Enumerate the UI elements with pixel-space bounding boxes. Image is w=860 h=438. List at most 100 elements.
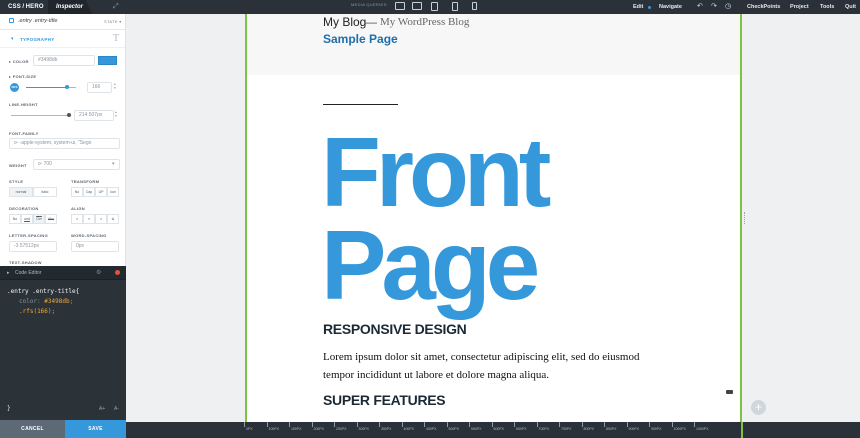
transform-capitalize-button[interactable]: Cap [83, 187, 95, 197]
line-height-stepper[interactable]: ▴ ▾ [115, 110, 117, 118]
ruler-tick [379, 422, 380, 427]
code-closing-brace: } [7, 405, 11, 412]
ruler-tick-label: 500PX [448, 427, 460, 431]
align-center-icon[interactable]: ≡ [83, 214, 95, 224]
save-button[interactable]: SAVE [65, 420, 126, 438]
font-size-slider-fill [26, 87, 67, 88]
ruler-tick [289, 422, 290, 427]
weight-label: WEIGHT [9, 163, 27, 168]
close-icon[interactable] [115, 270, 120, 275]
app-logo: CSS / HERO [0, 0, 48, 14]
line-height-slider-handle[interactable] [66, 113, 71, 117]
menu-tools[interactable]: Tools [820, 0, 834, 14]
decoration-none-button[interactable]: No [9, 214, 21, 224]
site-title[interactable]: My Blog [323, 15, 366, 29]
align-justify-icon[interactable]: ≣ [107, 214, 119, 224]
separator-line [323, 104, 398, 105]
ruler-tick-label: 600PX [493, 427, 505, 431]
desktop-device-icon[interactable] [395, 2, 405, 10]
ruler-tick-label: 550PX [471, 427, 482, 431]
align-right-icon[interactable]: ≡ [95, 214, 107, 224]
ruler-width-marker[interactable] [741, 422, 743, 438]
style-italic-button[interactable]: italic [33, 187, 57, 197]
decoration-underline-button[interactable]: und [21, 214, 33, 224]
ruler-tick-label: 750PX [561, 427, 572, 431]
heading-super-features[interactable]: SUPER FEATURES [323, 392, 446, 408]
decoration-strike-button[interactable]: Abc [45, 214, 57, 224]
font-size-slider-handle[interactable] [65, 85, 69, 89]
color-swatch[interactable] [98, 56, 117, 65]
style-normal-button[interactable]: normal [9, 187, 33, 197]
typography-label: TYPOGRAPHY [20, 37, 55, 42]
ruler-tick [536, 422, 538, 427]
decoration-label: DECORATION [9, 206, 39, 211]
selector-name[interactable]: .entry .entry-title [18, 18, 57, 24]
selector-icon [9, 18, 14, 23]
site-header: My Blog — My WordPress Blog Sample Page [247, 14, 740, 75]
settings-icon[interactable]: ⚙ [96, 269, 101, 276]
ruler-tick-label: 850PX [606, 427, 617, 431]
font-size-stepper[interactable]: ▴ ▾ [114, 82, 116, 90]
redo-icon[interactable]: ↷ [711, 3, 717, 11]
selector-row: .entry .entry-title STATE ▾ [0, 14, 125, 30]
ruler-tick-label: 900PX [628, 427, 640, 431]
code-editor-title: Code Editor [15, 270, 42, 276]
site-description: My WordPress Blog [380, 16, 470, 28]
font-size-input[interactable]: 166 [87, 82, 112, 93]
expand-icon[interactable]: ⤢ [113, 3, 119, 11]
font-family-select[interactable]: ⊳ -apple-system, system-ui, "Sego [9, 138, 120, 149]
viewport-resize-handle[interactable] [741, 212, 745, 224]
transform-uppercase-button[interactable]: UP [95, 187, 107, 197]
entry-title-line-2[interactable]: Page [321, 213, 540, 317]
font-decrease-button[interactable]: A- [114, 406, 119, 412]
undo-icon[interactable]: ↶ [697, 3, 703, 11]
ruler-tick [334, 422, 335, 427]
rfs-badge[interactable]: RFS [10, 83, 19, 92]
font-increase-button[interactable]: A+ [99, 406, 105, 412]
ruler-tick [626, 422, 628, 427]
code-line-selector: .entry .entry-title{ [7, 288, 80, 295]
code-line-color: color: #3498db; [19, 298, 74, 305]
ruler-tick-label: 700PX [538, 427, 550, 431]
preview-viewport[interactable]: My Blog — My WordPress Blog Sample Page … [245, 14, 742, 422]
body-paragraph[interactable]: Lorem ipsum dolor sit amet, consectetur … [323, 348, 643, 384]
decoration-overline-button[interactable]: Ovr [33, 214, 45, 224]
color-input[interactable]: #3498db [33, 55, 95, 66]
typography-section-header[interactable]: ▾ TYPOGRAPHY T [0, 32, 125, 48]
ruler-tick-label: 450PX [426, 427, 437, 431]
transform-lowercase-button[interactable]: low [107, 187, 119, 197]
menu-project[interactable]: Project [790, 0, 809, 14]
ruler-tick-label: 100PX [268, 427, 280, 431]
add-button[interactable]: + [751, 400, 766, 415]
entry-title-line-1[interactable]: Front [321, 120, 551, 224]
align-left-icon[interactable]: ≡ [71, 214, 83, 224]
line-height-input[interactable]: 214.507px [74, 110, 114, 121]
weight-select[interactable]: ⊳ 700 [33, 159, 120, 170]
chevron-right-icon[interactable]: ▸ [7, 270, 10, 276]
history-icon[interactable]: ◷ [725, 3, 731, 11]
navigate-mode-link[interactable]: Navigate [659, 0, 682, 14]
ruler-tick [649, 422, 650, 427]
transform-none-button[interactable]: No [71, 187, 83, 197]
code-editor[interactable]: ▸ Code Editor ⚙ .entry .entry-title{ col… [0, 266, 126, 420]
menu-quit[interactable]: Quit [845, 0, 856, 14]
title-separator: — [365, 15, 377, 29]
state-dropdown[interactable]: STATE ▾ [104, 19, 122, 24]
ruler-tick-label: 400PX [403, 427, 415, 431]
menu-checkpoints[interactable]: CheckPoints [747, 0, 780, 14]
mode-indicator-icon [648, 6, 651, 9]
nav-link-sample-page[interactable]: Sample Page [323, 32, 398, 46]
line-height-slider[interactable] [11, 115, 71, 116]
width-ruler[interactable]: 0PX 100PX 150PX 200PX 250PX 300PX 350PX 400PX 45… [126, 422, 860, 438]
tablet-portrait-icon[interactable] [452, 2, 458, 11]
cancel-button[interactable]: CANCEL [0, 420, 65, 438]
word-spacing-input[interactable]: 0px [71, 241, 119, 252]
tab-inspector[interactable]: Inspector [48, 0, 92, 14]
tablet-landscape-icon[interactable] [431, 2, 438, 11]
laptop-device-icon[interactable] [412, 2, 422, 10]
edit-mode-link[interactable]: Edit [633, 0, 643, 14]
chevron-down-icon: ▾ [11, 36, 14, 42]
heading-responsive-design[interactable]: RESPONSIVE DESIGN [323, 321, 467, 337]
phone-device-icon[interactable] [472, 2, 477, 10]
letter-spacing-input[interactable]: -3.57512px [9, 241, 57, 252]
